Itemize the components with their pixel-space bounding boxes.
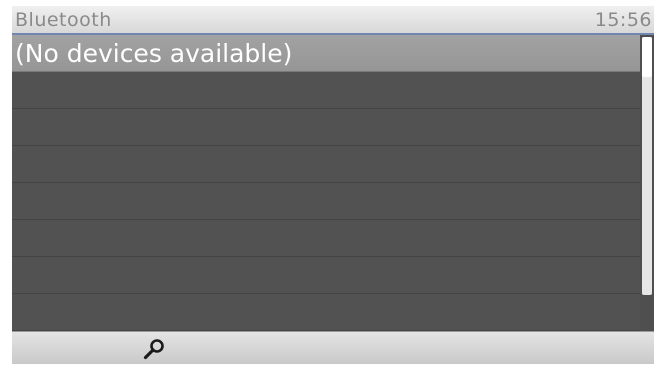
- softkey-3[interactable]: [332, 332, 492, 364]
- list-item[interactable]: [12, 257, 640, 294]
- screen-title: Bluetooth: [15, 9, 112, 31]
- search-icon: [143, 339, 164, 360]
- device-list: (No devices available): [12, 35, 640, 331]
- list-item[interactable]: [12, 146, 640, 183]
- phone-screen: Bluetooth 15:56 (No devices available): [12, 6, 654, 364]
- scrollbar-thumb[interactable]: [642, 37, 652, 77]
- list-item-label: (No devices available): [15, 39, 293, 68]
- softkey-bar: [12, 331, 654, 364]
- list-item-selected[interactable]: (No devices available): [12, 35, 640, 72]
- list-item[interactable]: [12, 183, 640, 220]
- softkey-search[interactable]: [12, 332, 172, 364]
- scrollbar[interactable]: [642, 37, 652, 295]
- clock: 15:56: [594, 9, 652, 31]
- list-item[interactable]: [12, 294, 640, 331]
- softkey-4[interactable]: [492, 332, 652, 364]
- softkey-2[interactable]: [172, 332, 332, 364]
- list-item[interactable]: [12, 220, 640, 257]
- list-item[interactable]: [12, 109, 640, 146]
- status-bar: Bluetooth 15:56: [12, 6, 654, 35]
- list-item[interactable]: [12, 72, 640, 109]
